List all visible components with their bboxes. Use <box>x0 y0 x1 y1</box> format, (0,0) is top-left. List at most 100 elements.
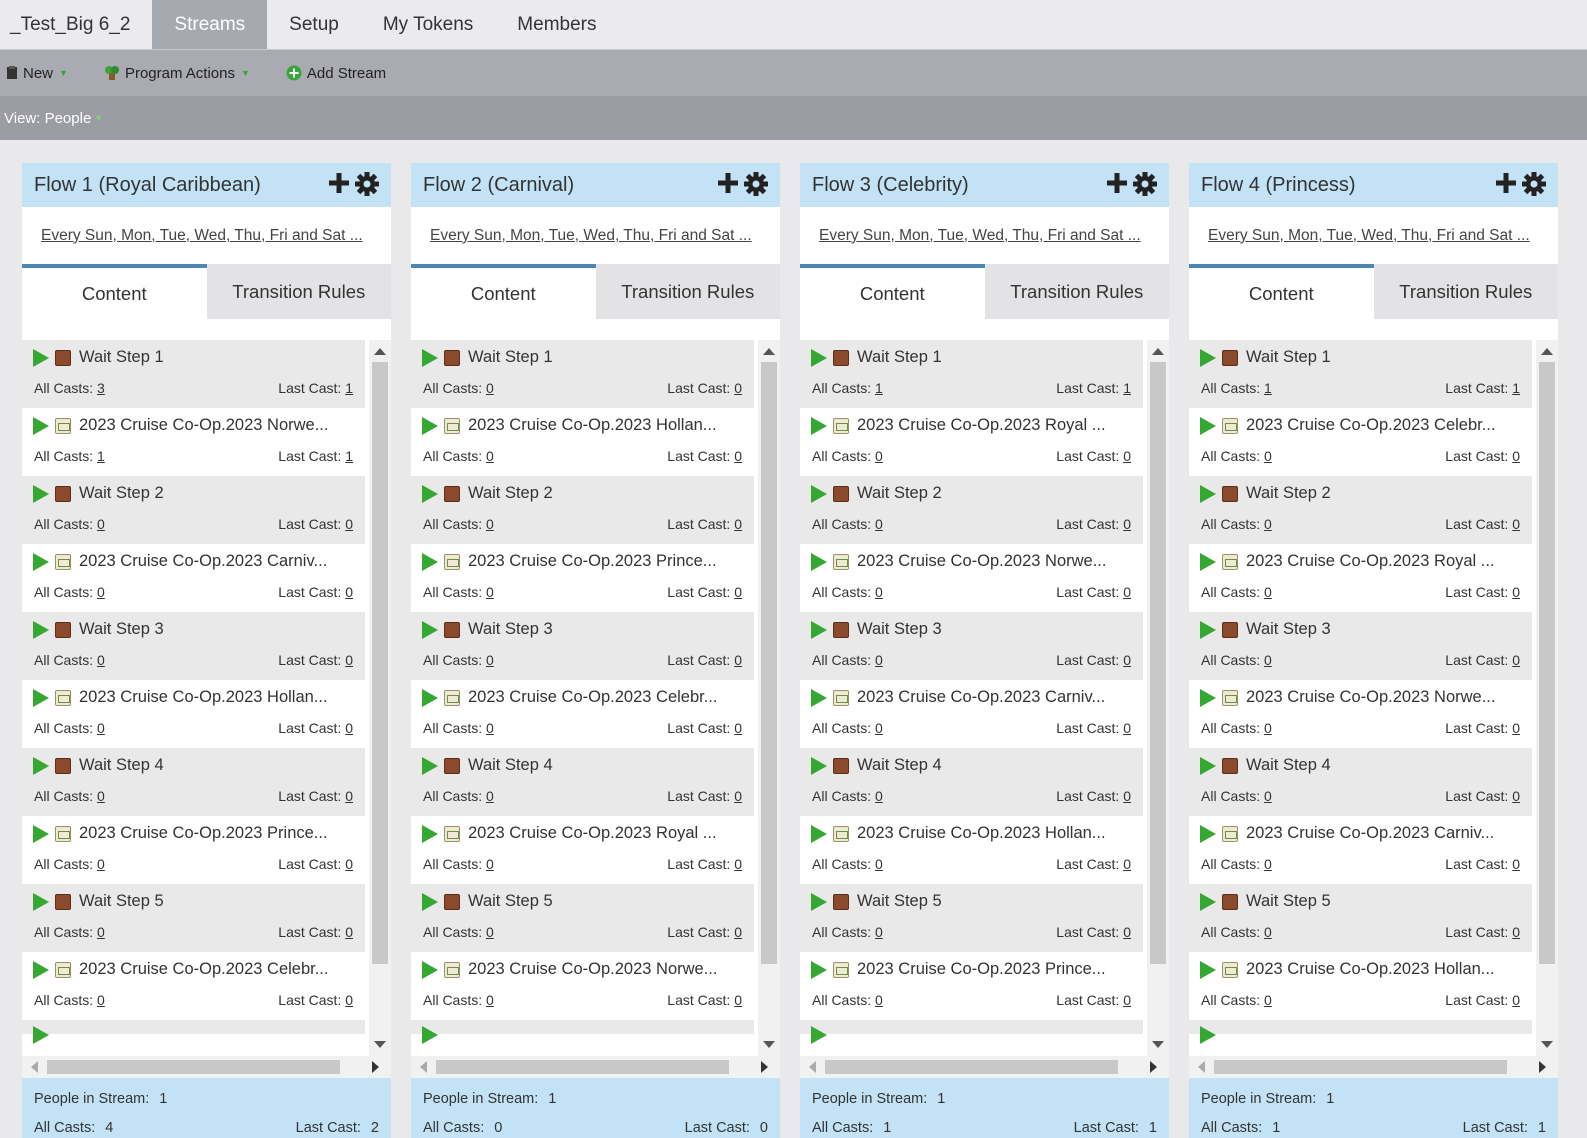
last-cast-value[interactable]: 0 <box>734 380 742 396</box>
last-cast-value[interactable]: 0 <box>345 856 353 872</box>
wait-step[interactable]: Wait Step 2 All Casts: 0 Last Cast: 0 <box>22 476 365 544</box>
scroll-thumb[interactable] <box>1214 1060 1507 1074</box>
wait-step[interactable]: Wait Step 1 All Casts: 1 Last Cast: 1 <box>1189 340 1532 408</box>
all-casts-value[interactable]: 1 <box>875 380 883 396</box>
plus-icon[interactable] <box>717 172 739 194</box>
last-cast-value[interactable]: 0 <box>1123 652 1131 668</box>
tab-transition-rules[interactable]: Transition Rules <box>984 264 1169 319</box>
add-stream-button[interactable]: Add Stream <box>286 65 386 82</box>
all-casts-value[interactable]: 0 <box>875 584 883 600</box>
wait-step[interactable]: Wait Step 3 All Casts: 0 Last Cast: 0 <box>800 612 1143 680</box>
wait-step[interactable]: Wait Step 4 All Casts: 0 Last Cast: 0 <box>1189 748 1532 816</box>
scroll-thumb[interactable] <box>1539 362 1555 964</box>
scroll-up-icon[interactable] <box>1152 348 1164 355</box>
scroll-thumb[interactable] <box>1150 362 1166 964</box>
all-casts-value[interactable]: 0 <box>97 584 105 600</box>
all-casts-value[interactable]: 3 <box>97 380 105 396</box>
all-casts-value[interactable]: 0 <box>1264 788 1272 804</box>
email-step[interactable]: 2023 Cruise Co-Op.2023 Celebr... All Cas… <box>411 680 754 748</box>
all-casts-value[interactable]: 0 <box>486 448 494 464</box>
last-cast-value[interactable]: 0 <box>1123 448 1131 464</box>
scroll-up-icon[interactable] <box>374 348 386 355</box>
gear-icon[interactable] <box>744 172 768 196</box>
last-cast-value[interactable]: 0 <box>1123 924 1131 940</box>
last-cast-value[interactable]: 0 <box>345 516 353 532</box>
last-cast-value[interactable]: 0 <box>734 584 742 600</box>
all-casts-value[interactable]: 0 <box>486 856 494 872</box>
all-casts-value[interactable]: 0 <box>97 516 105 532</box>
last-cast-value[interactable]: 0 <box>1512 856 1520 872</box>
wait-step[interactable]: Wait Step 5 All Casts: 0 Last Cast: 0 <box>411 884 754 952</box>
wait-step[interactable]: Wait Step 3 All Casts: 0 Last Cast: 0 <box>1189 612 1532 680</box>
last-cast-value[interactable]: 0 <box>734 516 742 532</box>
plus-icon[interactable] <box>1495 172 1517 194</box>
email-step[interactable]: 2023 Cruise Co-Op.2023 Royal ... All Cas… <box>1189 544 1532 612</box>
vertical-scrollbar[interactable] <box>1536 340 1558 1056</box>
email-step[interactable]: 2023 Cruise Co-Op.2023 Prince... All Cas… <box>22 816 365 884</box>
scroll-right-icon[interactable] <box>372 1061 379 1073</box>
scroll-left-icon[interactable] <box>1198 1061 1205 1073</box>
last-cast-value[interactable]: 0 <box>1123 992 1131 1008</box>
new-button[interactable]: New ▼ <box>6 65 68 82</box>
email-step[interactable]: 2023 Cruise Co-Op.2023 Celebr... All Cas… <box>22 952 365 1020</box>
last-cast-value[interactable]: 0 <box>734 652 742 668</box>
vertical-scrollbar[interactable] <box>758 340 780 1056</box>
all-casts-value[interactable]: 0 <box>875 448 883 464</box>
plus-icon[interactable] <box>1106 172 1128 194</box>
email-step[interactable]: 2023 Cruise Co-Op.2023 Norwe... All Cast… <box>22 408 365 476</box>
all-casts-value[interactable]: 0 <box>97 788 105 804</box>
scroll-thumb[interactable] <box>436 1060 729 1074</box>
gear-icon[interactable] <box>355 172 379 196</box>
all-casts-value[interactable]: 0 <box>875 992 883 1008</box>
tab-transition-rules[interactable]: Transition Rules <box>206 264 391 319</box>
wait-step[interactable]: Wait Step 1 All Casts: 0 Last Cast: 0 <box>411 340 754 408</box>
all-casts-value[interactable]: 0 <box>486 380 494 396</box>
last-cast-value[interactable]: 0 <box>345 992 353 1008</box>
email-step[interactable]: 2023 Cruise Co-Op.2023 Norwe... All Cast… <box>411 952 754 1020</box>
last-cast-value[interactable]: 0 <box>1512 516 1520 532</box>
all-casts-value[interactable]: 0 <box>97 856 105 872</box>
wait-step[interactable]: Wait Step 4 All Casts: 0 Last Cast: 0 <box>411 748 754 816</box>
tab-transition-rules[interactable]: Transition Rules <box>595 264 780 319</box>
last-cast-value[interactable]: 0 <box>1512 448 1520 464</box>
tab-setup[interactable]: Setup <box>267 0 361 49</box>
last-cast-value[interactable]: 0 <box>345 924 353 940</box>
last-cast-value[interactable]: 0 <box>1123 720 1131 736</box>
stream-title[interactable]: Flow 1 (Royal Caribbean) <box>34 174 261 197</box>
horizontal-scrollbar[interactable] <box>411 1056 780 1078</box>
all-casts-value[interactable]: 0 <box>875 720 883 736</box>
wait-step[interactable]: Wait Step 2 All Casts: 0 Last Cast: 0 <box>1189 476 1532 544</box>
all-casts-value[interactable]: 0 <box>486 924 494 940</box>
last-cast-value[interactable]: 0 <box>1512 584 1520 600</box>
last-cast-value[interactable]: 0 <box>345 788 353 804</box>
all-casts-value[interactable]: 0 <box>1264 720 1272 736</box>
program-actions-button[interactable]: Program Actions ▼ <box>104 65 250 82</box>
email-step[interactable]: 2023 Cruise Co-Op.2023 Hollan... All Cas… <box>1189 952 1532 1020</box>
scroll-left-icon[interactable] <box>809 1061 816 1073</box>
wait-step[interactable]: Wait Step 5 All Casts: 0 Last Cast: 0 <box>800 884 1143 952</box>
wait-step[interactable]: Wait Step 1 All Casts: 3 Last Cast: 1 <box>22 340 365 408</box>
last-cast-value[interactable]: 0 <box>734 924 742 940</box>
last-cast-value[interactable]: 1 <box>345 380 353 396</box>
tab-content[interactable]: Content <box>411 264 596 319</box>
scroll-down-icon[interactable] <box>763 1041 775 1048</box>
all-casts-value[interactable]: 0 <box>875 924 883 940</box>
last-cast-value[interactable]: 0 <box>1123 856 1131 872</box>
email-step[interactable]: 2023 Cruise Co-Op.2023 Norwe... All Cast… <box>800 544 1143 612</box>
all-casts-value[interactable]: 0 <box>97 992 105 1008</box>
email-step[interactable]: 2023 Cruise Co-Op.2023 Celebr... All Cas… <box>1189 408 1532 476</box>
last-cast-value[interactable]: 1 <box>1123 380 1131 396</box>
email-step[interactable]: 2023 Cruise Co-Op.2023 Royal ... All Cas… <box>411 816 754 884</box>
stream-title[interactable]: Flow 3 (Celebrity) <box>812 174 969 197</box>
last-cast-value[interactable]: 0 <box>1512 992 1520 1008</box>
scroll-down-icon[interactable] <box>1541 1041 1553 1048</box>
stream-title[interactable]: Flow 2 (Carnival) <box>423 174 574 197</box>
horizontal-scrollbar[interactable] <box>1189 1056 1558 1078</box>
wait-step[interactable]: Wait Step 3 All Casts: 0 Last Cast: 0 <box>22 612 365 680</box>
horizontal-scrollbar[interactable] <box>22 1056 391 1078</box>
all-casts-value[interactable]: 0 <box>1264 856 1272 872</box>
all-casts-value[interactable]: 0 <box>97 720 105 736</box>
all-casts-value[interactable]: 1 <box>97 448 105 464</box>
all-casts-value[interactable]: 0 <box>875 788 883 804</box>
wait-step[interactable] <box>800 1020 1143 1044</box>
